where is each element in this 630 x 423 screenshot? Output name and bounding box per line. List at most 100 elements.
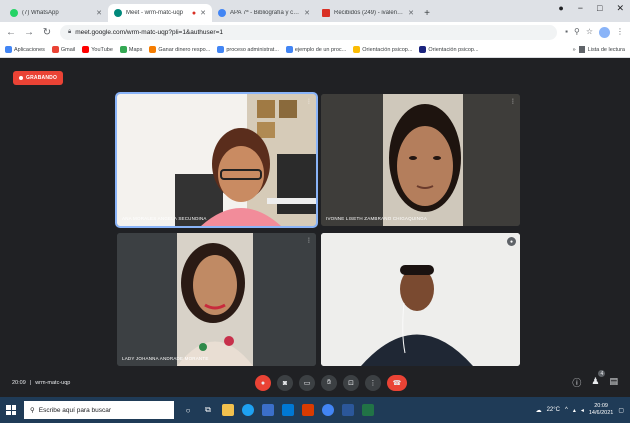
captions-button[interactable]: ▭ [299,375,315,391]
taskbar-search[interactable]: ⚲ Escribe aquí para buscar [24,401,174,419]
file-explorer-icon[interactable] [222,404,234,416]
close-icon[interactable]: ✕ [304,9,310,17]
address-bar[interactable]: 🔒︎ meet.google.com/wrm-matc-uqp?pli=1&au… [60,24,558,40]
youtube-icon [82,46,90,53]
system-tray: ☁︎ 22°C ^ ▴ ◂ 20:09 14/6/2021 ▢ [536,403,624,417]
more-options-icon[interactable]: ⋮ [510,98,516,105]
back-button[interactable]: ← [6,27,16,38]
recording-label: GRABANDO [26,75,58,81]
tab-gmail[interactable]: Recibidos (249) - ivalencia@u ✕ [316,4,420,22]
task-view-icon[interactable]: ⧉ [202,404,214,416]
chevron-right-icon[interactable]: » [573,47,576,53]
tab-whatsapp[interactable]: (7) WhatsApp ✕ [4,4,108,22]
google-icon [285,46,293,53]
search-icon: ⚲ [30,407,35,414]
clock[interactable]: 20:09 14/6/2021 [589,403,613,417]
close-window-button[interactable]: ✕ [616,3,624,14]
menu-icon[interactable]: ⋮ [616,27,624,38]
video-frame [117,94,316,226]
bookmark-item[interactable]: Ganar dinero respo... [149,46,210,53]
cortana-icon[interactable]: ○ [182,404,194,416]
cloud-icon[interactable]: ☁︎ [536,407,542,414]
minimize-button[interactable]: − [578,3,583,14]
tab-search-icon[interactable]: ● [558,3,563,14]
video-frame [321,94,520,226]
bookmark-item[interactable]: ejemplo de un proc... [285,46,347,53]
video-frame [321,233,520,366]
bookmark-icon [149,46,157,53]
bookmark-item[interactable]: proceso administrat... [217,46,279,53]
participant-tile[interactable]: ⋮ IVONNE LISETH ZAMBRANO CHIGAQUINGA [321,94,520,226]
windows-start-icon[interactable] [6,405,16,415]
bookmark-label: Orientación psicop... [428,46,479,53]
bookmark-item[interactable]: YouTube [82,46,113,53]
chat-icon[interactable]: ▤ [609,376,618,389]
office-icon[interactable] [302,404,314,416]
bookmark-icon [353,46,361,53]
excel-icon[interactable] [362,404,374,416]
network-icon[interactable]: ▴ [573,407,576,414]
chevron-up-icon[interactable]: ^ [565,407,568,413]
participant-name: ANA MORALES ANGELA SECUNDINA [122,216,207,221]
tab-title: Recibidos (249) - ivalencia@u [334,10,404,16]
meet-stage: GRABANDO ⋮ ANA MORALES ANGELA SECUNDINA [0,58,630,397]
raise-hand-button[interactable]: ✋︎ [321,375,337,391]
word-icon[interactable] [342,404,354,416]
tab-title: (7) WhatsApp [22,10,59,16]
camera-icon[interactable]: ▪ [565,27,568,38]
address-text: meet.google.com/wrm-matc-uqp?pli=1&authu… [75,28,223,36]
people-icon[interactable]: ♟︎ 4 [591,370,606,389]
more-options-button[interactable]: ⋮ [365,375,381,391]
new-tab-button[interactable]: + [420,4,434,22]
notifications-icon[interactable]: ▢ [618,407,624,414]
present-button[interactable]: ⊡ [343,375,359,391]
more-options-icon[interactable]: ⋮ [306,237,312,244]
leave-call-button[interactable]: ☎︎ [387,375,407,391]
bookmark-label: ejemplo de un proc... [294,46,347,53]
info-icon[interactable]: ⓘ [572,376,581,389]
profile-avatar[interactable] [599,26,610,38]
browser-tab-strip: (7) WhatsApp ✕ Meet - wrm-matc-uqp ● ✕ A… [0,0,630,22]
toolbar-icons: ▪ ⚲ ☆ ⋮ [565,26,624,38]
zoom-icon[interactable]: ⚲ [574,27,580,38]
bookmark-item[interactable]: Orientación psicop... [419,46,479,53]
camera-button[interactable]: ◙ [277,375,293,391]
bookmark-item[interactable]: Gmail [51,46,75,53]
reload-button[interactable]: ↻ [42,27,52,38]
participant-name: IVONNE LISETH ZAMBRANO CHIGAQUINGA [326,216,428,221]
gmail-icon [51,46,59,53]
chrome-icon[interactable] [322,404,334,416]
maximize-button[interactable]: □ [597,3,602,14]
forward-button[interactable]: → [24,27,34,38]
close-icon[interactable]: ✕ [408,9,414,17]
reading-list-label: Lista de lectura [587,46,625,53]
clock-date: 14/6/2021 [588,410,614,416]
participant-tile[interactable]: ● [321,233,520,366]
mic-off-button[interactable]: ● [255,375,271,391]
volume-icon[interactable]: ◂ [581,407,584,414]
close-icon[interactable]: ✕ [96,9,102,17]
search-placeholder: Escribe aquí para buscar [38,406,112,414]
close-icon[interactable]: ✕ [200,9,206,17]
recording-badge: GRABANDO [13,71,64,85]
tab-meet[interactable]: Meet - wrm-matc-uqp ● ✕ [108,4,212,22]
bookmark-label: Orientación psicop... [362,46,413,53]
meet-control-bar: 20:09 | wrm-matc-uqp ● ◙ ▭ ✋︎ ⊡ ⋮ ☎︎ ⓘ ♟… [0,369,630,397]
temperature[interactable]: 22°C [547,407,560,413]
store-icon[interactable] [262,404,274,416]
call-controls: ● ◙ ▭ ✋︎ ⊡ ⋮ ☎︎ [255,375,407,391]
lock-icon[interactable]: 🔒︎ [68,29,71,36]
participant-tile[interactable]: ⋮ LADY JOHANNA ANDRADE MORANTE [117,233,316,366]
meeting-code: wrm-matc-uqp [35,380,71,386]
bookmark-item[interactable]: Orientación psicop... [353,46,412,53]
bookmark-item[interactable]: Maps [119,46,142,53]
more-options-icon[interactable]: ⋮ [306,98,312,105]
reading-list[interactable]: » Lista de lectura [573,46,625,53]
mail-icon[interactable] [282,404,294,416]
participant-tile[interactable]: ⋮ ANA MORALES ANGELA SECUNDINA [115,92,318,228]
edge-icon[interactable] [242,404,254,416]
bookmark-item[interactable]: Aplicaciones [5,46,45,53]
star-icon[interactable]: ☆ [586,27,593,38]
tab-apa[interactable]: APA 7ª - Bibliografía y citas - Gu ✕ [212,4,316,22]
people-count-badge: 4 [598,370,606,377]
